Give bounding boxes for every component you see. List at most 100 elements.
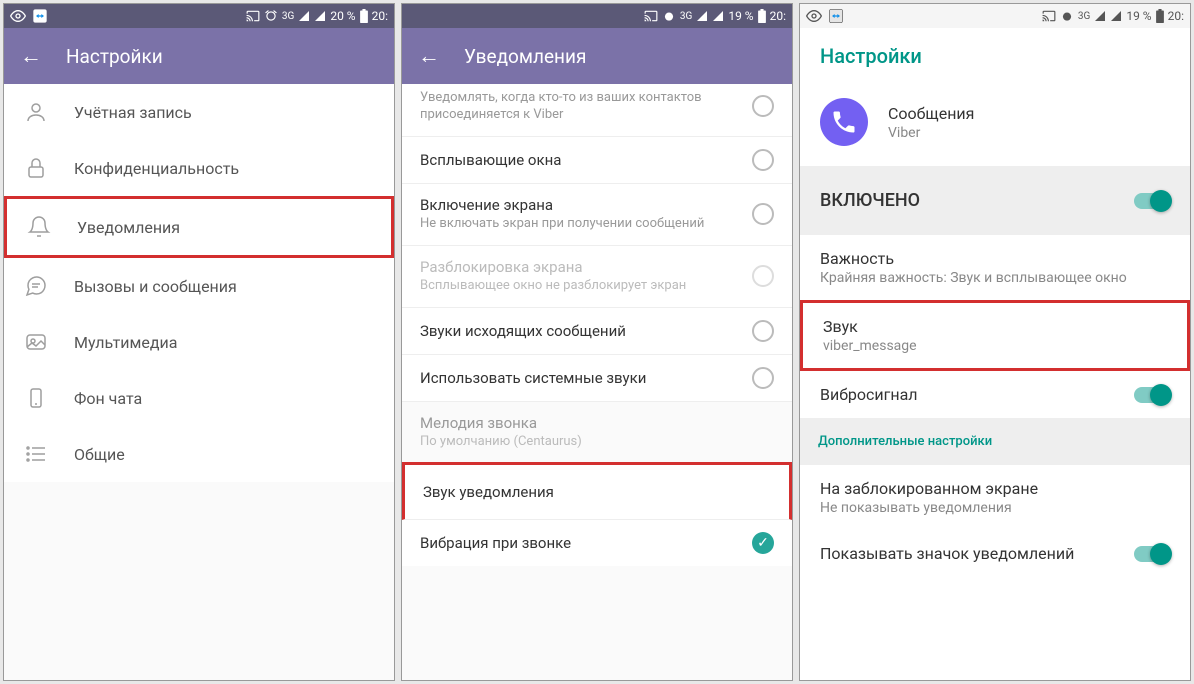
badge-row[interactable]: Показывать значок уведомлений — [800, 530, 1190, 577]
check-on-icon[interactable]: ✓ — [752, 532, 774, 554]
time: 20: — [770, 9, 786, 23]
row-title: Включение экрана — [420, 196, 740, 214]
alarm-icon — [264, 9, 278, 23]
row-title: Всплывающие окна — [420, 151, 740, 169]
signal-icon-2 — [1110, 10, 1122, 22]
settings-item-media[interactable]: Мультимедиа — [4, 314, 394, 370]
radio-unchecked[interactable] — [752, 320, 774, 342]
row-system-sounds[interactable]: Использовать системные звуки — [402, 355, 792, 402]
screen-3-android-settings: 3G 19 % 20: Настройки Сообщения Viber ВК… — [799, 3, 1191, 681]
item-label: Конфиденциальность — [74, 159, 239, 178]
item-label: Мультимедиа — [74, 333, 177, 352]
row-notification-sound[interactable]: Звук уведомления — [402, 462, 792, 520]
battery-percent: 19 % — [728, 9, 753, 23]
row-popup[interactable]: Всплывающие окна — [402, 137, 792, 184]
status-bar: 3G 19 % 20: — [402, 4, 792, 28]
viber-app-icon — [820, 98, 868, 146]
page-title: Настройки — [800, 28, 1190, 78]
row-sub: По умолчанию (Centaurus) — [420, 434, 762, 451]
alarm-icon — [662, 9, 676, 23]
importance-row[interactable]: Важность Крайняя важность: Звук и всплыв… — [800, 235, 1190, 300]
row-title: Важность — [820, 249, 1127, 268]
settings-item-background[interactable]: Фон чата — [4, 370, 394, 426]
radio-unchecked[interactable] — [752, 149, 774, 171]
row-sub: viber_message — [823, 338, 917, 354]
radio-unchecked[interactable] — [752, 95, 774, 117]
signal-icon — [1094, 10, 1106, 22]
enabled-label: ВКЛЮЧЕНО — [820, 190, 920, 211]
toggle-on[interactable] — [1134, 387, 1170, 403]
row-title: Показывать значок уведомлений — [820, 544, 1074, 563]
row-sub: Уведомлять, когда кто-то из ваших контак… — [420, 90, 740, 124]
signal-icon — [298, 10, 310, 22]
list-icon — [22, 440, 50, 468]
row-title: Вибрация при звонке — [420, 534, 740, 552]
radio-unchecked[interactable] — [752, 203, 774, 225]
enabled-toggle-row[interactable]: ВКЛЮЧЕНО — [800, 166, 1190, 235]
battery-percent: 20 % — [330, 9, 355, 23]
row-title: На заблокированном экране — [820, 479, 1038, 498]
message-icon — [22, 272, 50, 300]
screen-1-viber-settings: 3G 20 % 20: ← Настройки Учётная запись К… — [3, 3, 395, 681]
sound-row[interactable]: Звук viber_message — [800, 300, 1190, 371]
settings-item-general[interactable]: Общие — [4, 426, 394, 482]
channel-name: Сообщения — [888, 104, 974, 123]
row-title: Использовать системные звуки — [420, 369, 740, 387]
time: 20: — [372, 9, 388, 23]
toggle-on[interactable] — [1134, 193, 1170, 209]
page-title: Уведомления — [464, 45, 586, 68]
eye-icon — [10, 8, 26, 24]
app-name: Viber — [888, 125, 974, 141]
settings-item-calls[interactable]: Вызовы и сообщения — [4, 258, 394, 314]
notification-settings[interactable]: Уведомлять, когда кто-то из ваших контак… — [402, 84, 792, 680]
battery-percent: 19 % — [1126, 9, 1151, 23]
row-outgoing-sounds[interactable]: Звуки исходящих сообщений — [402, 308, 792, 355]
settings-item-privacy[interactable]: Конфиденциальность — [4, 140, 394, 196]
row-join-notify-partial[interactable]: Уведомлять, когда кто-то из ваших контак… — [402, 84, 792, 137]
network-type: 3G — [680, 11, 692, 22]
row-title: Вибросигнал — [820, 385, 918, 404]
item-label: Учётная запись — [74, 103, 192, 122]
bell-icon — [25, 213, 53, 241]
phone-icon — [22, 384, 50, 412]
app-bar: ← Уведомления — [402, 28, 792, 84]
settings-list: Учётная запись Конфиденциальность Уведом… — [4, 84, 394, 680]
cast-icon — [246, 9, 260, 23]
back-icon[interactable]: ← — [418, 43, 440, 69]
item-label: Уведомления — [77, 218, 180, 237]
row-title: Звук — [823, 317, 917, 336]
notification-channel-settings[interactable]: Сообщения Viber ВКЛЮЧЕНО Важность Крайня… — [800, 78, 1190, 680]
app-info-row: Сообщения Viber — [800, 78, 1190, 166]
back-icon[interactable]: ← — [20, 43, 42, 69]
user-icon — [22, 98, 50, 126]
row-sub: Не включать экран при получении сообщени… — [420, 216, 740, 233]
settings-item-account[interactable]: Учётная запись — [4, 84, 394, 140]
network-type: 3G — [282, 11, 294, 22]
battery-icon — [360, 9, 368, 23]
status-bar: 3G 19 % 20: — [800, 4, 1190, 28]
radio-disabled — [752, 265, 774, 287]
vibration-row[interactable]: Вибросигнал — [800, 371, 1190, 418]
lockscreen-row[interactable]: На заблокированном экране Не показывать … — [800, 465, 1190, 530]
row-sub: Не показывать уведомления — [820, 500, 1038, 516]
settings-item-notifications[interactable]: Уведомления — [4, 196, 394, 258]
signal-icon-2 — [712, 10, 724, 22]
cast-icon — [644, 9, 658, 23]
radio-unchecked[interactable] — [752, 367, 774, 389]
media-icon — [22, 328, 50, 356]
status-bar: 3G 20 % 20: — [4, 4, 394, 28]
row-title: Звуки исходящих сообщений — [420, 322, 740, 340]
row-vibrate-call[interactable]: Вибрация при звонке ✓ — [402, 520, 792, 566]
app-bar: ← Настройки — [4, 28, 394, 84]
toggle-on[interactable] — [1134, 546, 1170, 562]
row-screen-on[interactable]: Включение экрана Не включать экран при п… — [402, 184, 792, 246]
item-label: Фон чата — [74, 389, 142, 408]
row-title: Мелодия звонка — [420, 414, 762, 432]
additional-section-header: Дополнительные настройки — [800, 418, 1190, 465]
row-ringtone[interactable]: Мелодия звонка По умолчанию (Centaurus) — [402, 402, 792, 463]
lock-icon — [22, 154, 50, 182]
eye-icon — [806, 8, 822, 24]
time: 20: — [1168, 9, 1184, 23]
row-sub: Всплывающее окно не разблокирует экран — [420, 278, 740, 295]
network-type: 3G — [1078, 11, 1090, 22]
